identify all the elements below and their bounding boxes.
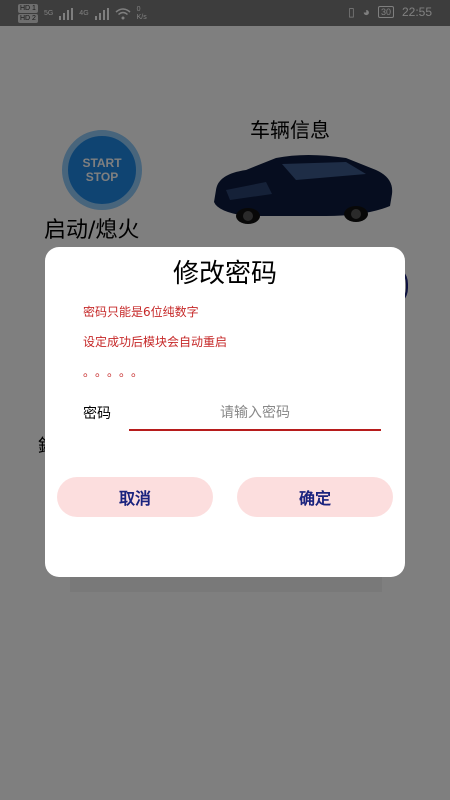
confirm-button[interactable]: 确定 xyxy=(237,477,393,517)
restart-note: 设定成功后模块会自动重启 xyxy=(83,335,228,349)
password-input[interactable] xyxy=(129,397,381,431)
dialog-title: 修改密码 xyxy=(172,259,277,289)
password-rule-note: 密码只能是6位纯数字 xyxy=(83,305,199,319)
password-dots: 。。。。。 xyxy=(83,365,150,379)
change-password-dialog: 修改密码 密码只能是6位纯数字 设定成功后模块会自动重启 。。。。。 密码 取消… xyxy=(45,247,405,577)
cancel-button[interactable]: 取消 xyxy=(57,477,213,517)
password-label: 密码 xyxy=(83,406,111,422)
